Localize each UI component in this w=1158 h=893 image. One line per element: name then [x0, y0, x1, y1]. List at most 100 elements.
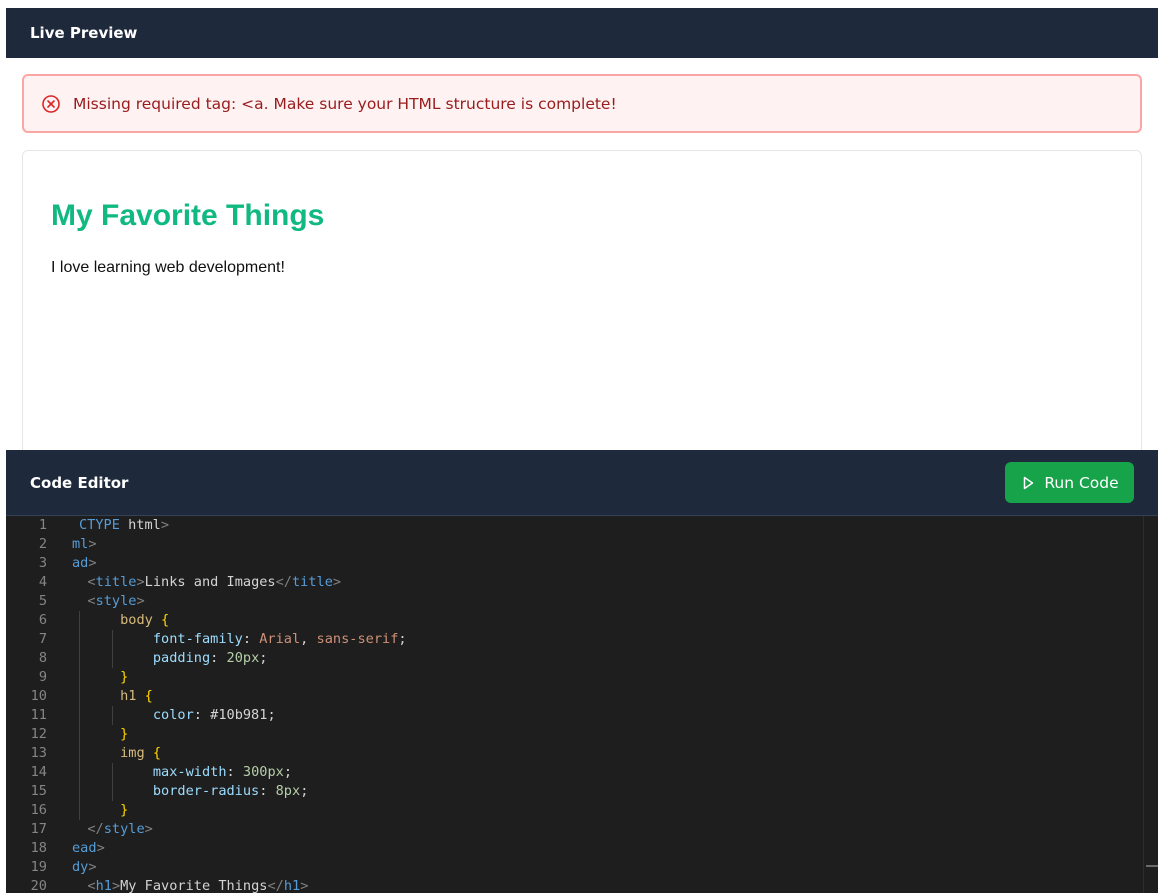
- preview-frame: My Favorite Things I love learning web d…: [22, 150, 1142, 470]
- code-token: ,: [300, 631, 317, 647]
- line-number: 9: [38, 669, 47, 685]
- code-line: font-family: Arial, sans-serif;: [71, 630, 407, 649]
- code-token: Arial: [259, 631, 301, 647]
- code-token: >: [136, 574, 145, 590]
- code-line: dy>: [72, 858, 97, 877]
- code-line: border-radius: 8px;: [71, 782, 309, 801]
- code-token: >: [160, 517, 170, 533]
- line-number: 6: [38, 612, 47, 628]
- code-token: </: [275, 574, 292, 590]
- code-token: {: [144, 688, 153, 704]
- code-token: >: [88, 536, 97, 552]
- code-line: img {: [71, 744, 161, 763]
- code-token: >: [96, 840, 105, 856]
- code-token: dy: [72, 859, 89, 875]
- line-number: 17: [30, 821, 47, 837]
- code-token: h1: [120, 688, 137, 704]
- code-line: }: [71, 725, 128, 744]
- line-number: 13: [30, 745, 47, 761]
- line-number: 11: [30, 707, 47, 723]
- code-line: h1 {: [71, 687, 153, 706]
- code-line: ml>: [72, 535, 97, 554]
- code-token: {: [152, 745, 162, 761]
- code-token: ;: [398, 631, 407, 647]
- scroll-position-marker: [1146, 865, 1158, 867]
- code-line: max-width: 300px;: [71, 763, 292, 782]
- code-token: max-width: [152, 764, 227, 780]
- code-token: #10b981: [210, 707, 268, 723]
- code-token: {: [161, 612, 170, 628]
- code-token: }: [120, 726, 129, 742]
- error-message: Missing required tag: <a. Make sure your…: [73, 94, 617, 113]
- code-token: CTYPE: [79, 517, 120, 533]
- code-line: }: [71, 668, 128, 687]
- code-token: style: [103, 821, 145, 837]
- code-token: >: [136, 593, 145, 609]
- run-code-button[interactable]: Run Code: [1005, 462, 1134, 503]
- code-line: <title>Links and Images</title>: [71, 573, 341, 592]
- line-number: 19: [30, 859, 47, 875]
- code-token: border-radius: [152, 783, 260, 799]
- error-banner: Missing required tag: <a. Make sure your…: [22, 74, 1142, 133]
- line-number: 7: [38, 631, 47, 647]
- vertical-scrollbar[interactable]: [1143, 516, 1158, 893]
- code-token: <: [87, 593, 96, 609]
- code-token: </: [267, 878, 284, 893]
- line-number: 18: [30, 840, 47, 856]
- code-token: <: [87, 574, 96, 590]
- top-strip: [0, 0, 1158, 8]
- code-token: >: [111, 878, 121, 893]
- live-preview-title: Live Preview: [30, 24, 138, 42]
- code-line: ead>: [72, 839, 105, 858]
- code-token: ead: [72, 840, 97, 856]
- code-token: <: [87, 878, 96, 893]
- code-token: ;: [300, 783, 309, 799]
- code-token: ad: [72, 555, 89, 571]
- code-token: style: [95, 593, 137, 609]
- line-number: 10: [30, 688, 47, 704]
- code-line: </style>: [71, 820, 152, 839]
- code-editor[interactable]: 1 2 3 4 5 6 7 8 9 10 11 12 13 14 15 16 17 18 19 20 CTYPE ht…: [6, 516, 1158, 893]
- code-line: CTYPE html>: [79, 516, 169, 535]
- live-preview-header: Live Preview: [6, 8, 1158, 58]
- code-token: :: [193, 707, 211, 723]
- code-token: >: [332, 574, 342, 590]
- line-number: 16: [30, 802, 47, 818]
- code-token: :: [226, 764, 243, 780]
- code-token: h1: [283, 878, 301, 893]
- line-number: 8: [38, 650, 47, 666]
- code-editor-header: Code Editor Run Code: [6, 450, 1158, 516]
- play-icon: [1020, 475, 1036, 491]
- line-number: 14: [30, 764, 47, 780]
- code-token: font-family: [152, 631, 243, 647]
- code-token: >: [300, 878, 309, 893]
- code-token: body: [120, 612, 153, 628]
- code-token: >: [88, 555, 97, 571]
- preview-heading: My Favorite Things: [51, 199, 325, 232]
- code-token: My Favorite Things: [120, 878, 268, 893]
- code-token: sans-serif: [316, 631, 399, 647]
- code-line: ad>: [72, 554, 97, 573]
- code-text-area[interactable]: CTYPE html> ml> ad> <title>Links and Image…: [54, 516, 1144, 893]
- code-token: Links and Images: [144, 574, 276, 590]
- line-number: 3: [38, 555, 47, 571]
- code-token: >: [88, 859, 97, 875]
- code-token: h1: [95, 878, 112, 893]
- code-token: }: [120, 669, 129, 685]
- code-editor-title: Code Editor: [30, 473, 129, 492]
- error-circle-x-icon: [41, 94, 61, 114]
- code-token: color: [152, 707, 194, 723]
- code-token: title: [292, 574, 333, 590]
